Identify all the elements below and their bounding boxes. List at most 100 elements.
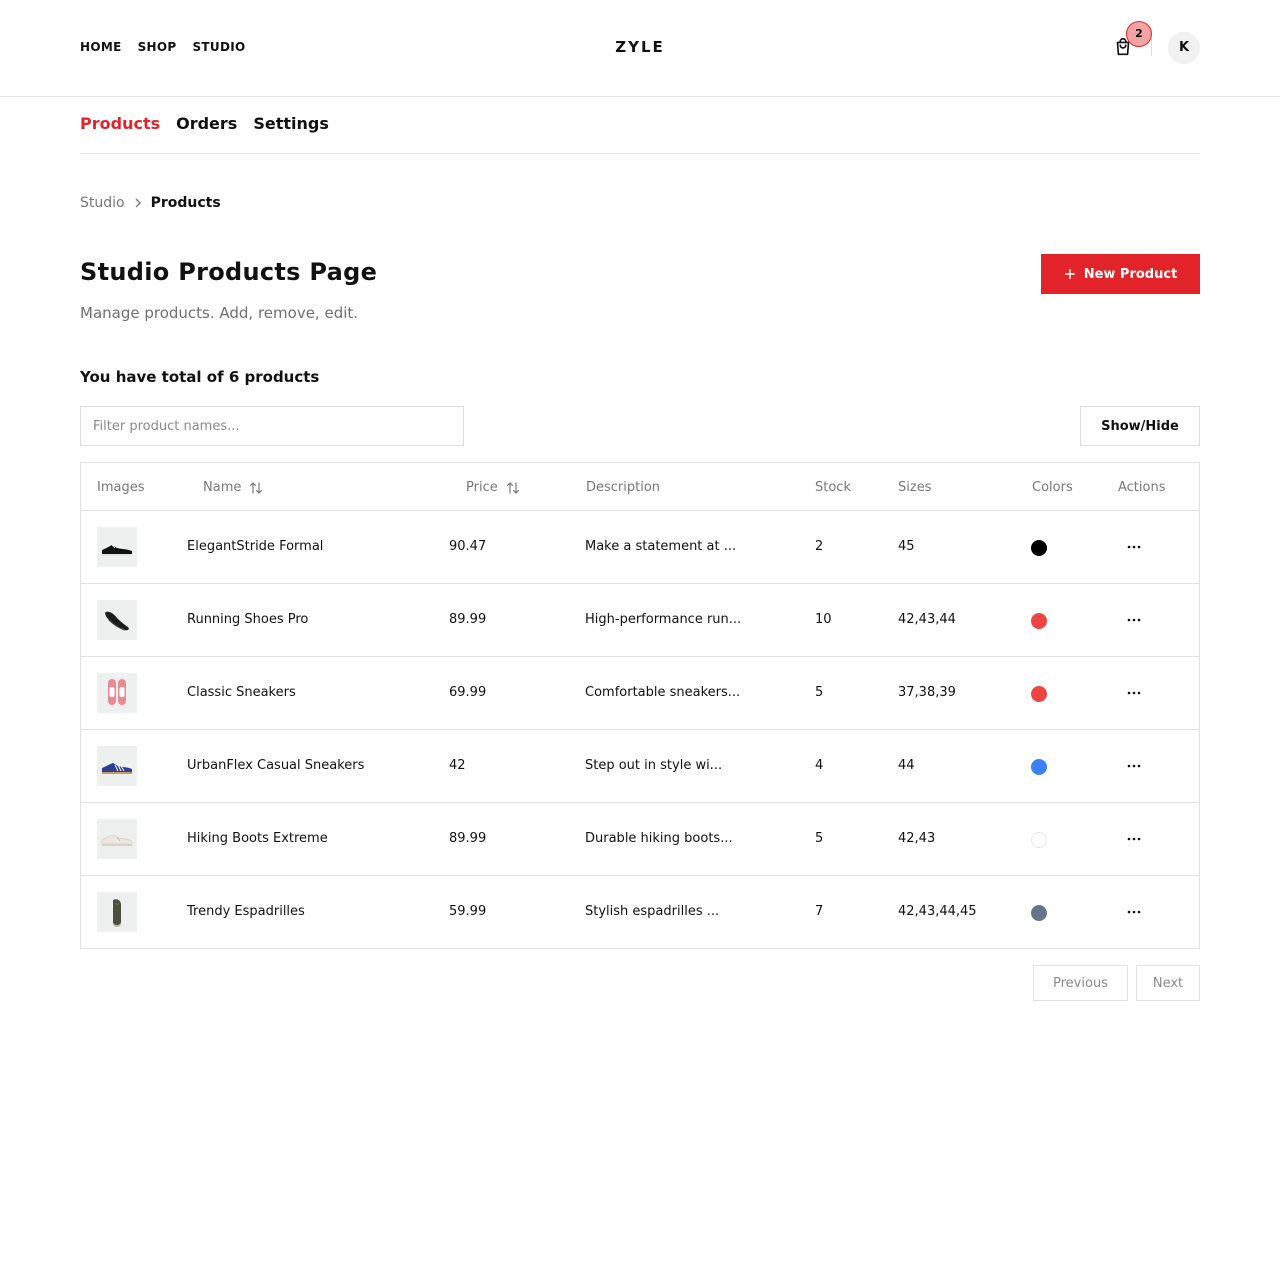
color-swatch [1031, 759, 1047, 775]
product-name: Running Shoes Pro [187, 612, 309, 627]
table-row[interactable]: Trendy Espadrilles 59.99 Stylish espadri… [81, 876, 1199, 949]
row-actions-button[interactable] [1125, 758, 1143, 774]
row-actions-button[interactable] [1125, 904, 1143, 920]
shoe-image-icon [105, 611, 129, 631]
tab-settings[interactable]: Settings [253, 114, 329, 133]
tabs-divider [80, 153, 1200, 154]
table-row[interactable]: UrbanFlex Casual Sneakers 42 Step out in… [81, 730, 1199, 803]
table-row[interactable]: Running Shoes Pro 89.99 High-performance… [81, 584, 1199, 657]
row-actions-button[interactable] [1125, 612, 1143, 628]
product-stock: 5 [815, 831, 824, 846]
filter-products-input[interactable] [80, 406, 464, 446]
table-row[interactable]: Classic Sneakers 69.99 Comfortable sneak… [81, 657, 1199, 730]
column-header-label: Name [203, 480, 242, 495]
show-hide-columns-button[interactable]: Show/Hide [1080, 406, 1200, 446]
product-stock: 7 [815, 904, 824, 919]
column-header-name[interactable]: Name [203, 480, 263, 495]
product-price: 89.99 [449, 612, 487, 627]
breadcrumb-studio[interactable]: Studio [80, 195, 125, 211]
column-header-label: Colors [1032, 480, 1073, 495]
product-description: Make a statement at ... [585, 539, 737, 554]
product-description: Step out in style wi... [585, 758, 723, 773]
row-actions-button[interactable] [1125, 685, 1143, 701]
product-price: 59.99 [449, 904, 487, 919]
shoe-image-icon [108, 679, 126, 705]
product-description: Stylish espadrilles ... [585, 904, 720, 919]
column-header-colors: Colors [1032, 480, 1073, 495]
table-header: Images Name Price Description Stock Size… [81, 463, 1199, 511]
color-swatch [1031, 540, 1047, 556]
product-name: Hiking Boots Extreme [187, 831, 328, 846]
column-header-stock: Stock [815, 480, 851, 495]
brand-logo[interactable]: ZYLE [0, 38, 1280, 56]
product-sizes: 42,43,44,45 [898, 904, 977, 919]
color-swatch [1031, 686, 1047, 702]
column-header-description: Description [586, 480, 660, 495]
page-title: Studio Products Page [80, 258, 378, 286]
product-name: ElegantStride Formal [187, 539, 324, 554]
sort-icon[interactable] [249, 481, 263, 495]
table-row[interactable]: ElegantStride Formal 90.47 Make a statem… [81, 511, 1199, 584]
column-header-images: Images [97, 480, 145, 495]
product-stock: 4 [815, 758, 824, 773]
product-thumbnail[interactable] [97, 746, 137, 786]
more-horizontal-icon [1127, 691, 1141, 695]
product-count-text: You have total of 6 products [80, 368, 320, 386]
chevron-right-icon [133, 198, 143, 208]
product-price: 69.99 [449, 685, 487, 700]
column-header-label: Description [586, 480, 661, 495]
shoe-image-icon [102, 544, 132, 556]
product-thumbnail[interactable] [97, 819, 137, 859]
more-horizontal-icon [1127, 764, 1141, 768]
product-thumbnail[interactable] [97, 527, 137, 567]
column-header-label: Images [97, 480, 145, 495]
color-swatch [1031, 832, 1047, 848]
product-description: Comfortable sneakers... [585, 685, 741, 700]
more-horizontal-icon [1127, 618, 1141, 622]
column-header-price[interactable]: Price [466, 480, 520, 495]
product-stock: 5 [815, 685, 824, 700]
shoe-image-icon [101, 834, 133, 846]
product-thumbnail[interactable] [97, 673, 137, 713]
product-stock: 2 [815, 539, 824, 554]
product-thumbnail[interactable] [97, 600, 137, 640]
tab-products[interactable]: Products [80, 114, 160, 133]
product-sizes: 45 [898, 539, 915, 554]
product-stock: 10 [815, 612, 832, 627]
column-header-label: Sizes [898, 480, 932, 495]
color-swatch [1031, 613, 1047, 629]
row-actions-button[interactable] [1125, 539, 1143, 555]
page-subtitle: Manage products. Add, remove, edit. [80, 304, 359, 322]
product-description: Durable hiking boots... [585, 831, 733, 846]
breadcrumb: Studio Products [80, 195, 221, 211]
sort-icon[interactable] [506, 481, 520, 495]
product-name: Classic Sneakers [187, 685, 296, 700]
shoe-image-icon [102, 763, 132, 774]
next-page-button[interactable]: Next [1136, 965, 1200, 1001]
new-product-label: New Product [1083, 266, 1178, 282]
product-thumbnail[interactable] [97, 892, 137, 932]
new-product-button[interactable]: New Product [1041, 254, 1200, 294]
more-horizontal-icon [1127, 545, 1141, 549]
studio-tabs: Products Orders Settings [80, 114, 329, 133]
user-avatar[interactable]: K [1168, 32, 1200, 64]
column-header-sizes: Sizes [898, 480, 931, 495]
cart-count-badge: 2 [1126, 21, 1152, 47]
product-price: 42 [449, 758, 466, 773]
row-actions-button[interactable] [1125, 831, 1143, 847]
more-horizontal-icon [1127, 837, 1141, 841]
column-header-actions: Actions [1118, 480, 1166, 495]
product-name: UrbanFlex Casual Sneakers [187, 758, 365, 773]
products-table: Images Name Price Description Stock Size… [80, 462, 1200, 949]
shoe-image-icon [113, 899, 121, 927]
column-header-label: Price [466, 480, 498, 495]
tab-orders[interactable]: Orders [176, 114, 237, 133]
color-swatch [1031, 905, 1047, 921]
column-header-label: Stock [815, 480, 851, 495]
previous-page-button[interactable]: Previous [1033, 965, 1128, 1001]
table-row[interactable]: Hiking Boots Extreme 89.99 Durable hikin… [81, 803, 1199, 876]
breadcrumb-current: Products [150, 195, 221, 211]
plus-icon [1064, 269, 1075, 279]
product-sizes: 44 [898, 758, 915, 773]
product-sizes: 37,38,39 [898, 685, 956, 700]
